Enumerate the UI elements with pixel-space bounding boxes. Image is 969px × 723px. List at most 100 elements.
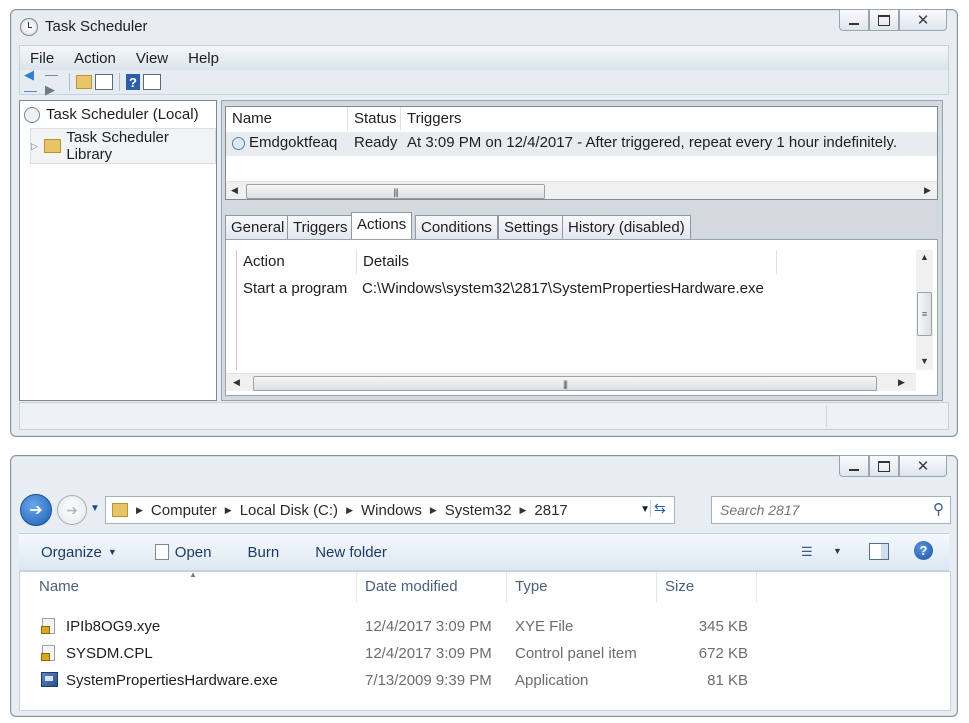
search-box[interactable]: ⚲	[711, 496, 951, 524]
task-status: Ready	[354, 134, 398, 151]
up-folder-icon[interactable]	[76, 75, 92, 89]
column-header-action[interactable]: Action	[237, 250, 357, 274]
scroll-thumb[interactable]: ≡	[917, 292, 932, 336]
forward-arrow-icon[interactable]: —▶	[45, 67, 63, 97]
maximize-button[interactable]	[869, 455, 899, 477]
forward-arrow-icon: ➔	[66, 501, 78, 518]
menu-view[interactable]: View	[126, 50, 178, 67]
tree-root[interactable]: Task Scheduler (Local)	[24, 106, 199, 123]
scroll-down-icon[interactable]: ▼	[920, 356, 929, 366]
address-dropdown-icon[interactable]: ▼	[640, 504, 650, 515]
folder-icon	[112, 503, 128, 517]
actions-table: Action Details Start a program C:\Window…	[225, 239, 938, 396]
chevron-down-icon[interactable]: ▼	[833, 546, 842, 556]
address-segment-2817[interactable]: 2817	[534, 502, 567, 519]
address-segment-computer[interactable]: Computer	[151, 502, 217, 519]
show-hide-tree-icon[interactable]	[95, 74, 113, 90]
show-action-pane-icon[interactable]	[143, 74, 161, 90]
minimize-button[interactable]	[839, 9, 869, 31]
task-triggers: At 3:09 PM on 12/4/2017 - After triggere…	[407, 134, 898, 151]
open-label: Open	[174, 543, 212, 561]
open-button[interactable]: Open	[154, 543, 212, 561]
task-row[interactable]: Emdgoktfeaq Ready At 3:09 PM on 12/4/201…	[226, 132, 937, 156]
file-date: 7/13/2009 9:39 PM	[365, 672, 492, 689]
scroll-thumb[interactable]: |||	[246, 184, 545, 199]
expand-arrow-icon[interactable]: ▷	[31, 141, 38, 152]
burn-button[interactable]: Burn	[248, 544, 280, 561]
task-name: Emdgoktfeaq	[249, 134, 338, 151]
tab-settings[interactable]: Settings	[498, 215, 565, 239]
actions-vscrollbar[interactable]: ▲ ≡ ▼	[916, 250, 933, 370]
file-row[interactable]: SYSDM.CPL 12/4/2017 3:09 PM Control pane…	[20, 640, 950, 667]
address-segment-local-disk[interactable]: Local Disk (C:)	[240, 502, 338, 519]
forward-button[interactable]: ➔	[57, 495, 87, 525]
new-folder-button[interactable]: New folder	[315, 544, 387, 561]
scroll-right-icon[interactable]: ▶	[898, 377, 905, 388]
actions-hscrollbar[interactable]: ◀ ||| ▶	[226, 373, 916, 391]
tree-library[interactable]: ▷ Task Scheduler Library	[30, 128, 216, 164]
column-header-name[interactable]: Name	[226, 107, 348, 131]
recent-pages-dropdown-icon[interactable]: ▼	[90, 503, 100, 514]
action-details[interactable]: C:\Windows\system32\2817\SystemPropertie…	[362, 280, 764, 297]
details-pane: Name Status Triggers Emdgoktfeaq Ready A…	[221, 100, 943, 401]
file-row[interactable]: SystemPropertiesHardware.exe 7/13/2009 9…	[20, 667, 950, 694]
column-header-date-modified[interactable]: Date modified	[357, 572, 507, 602]
column-header-status[interactable]: Status	[348, 107, 401, 131]
preview-pane-icon[interactable]	[869, 543, 889, 560]
help-icon[interactable]: ?	[126, 74, 140, 90]
task-clock-icon	[232, 137, 245, 150]
task-list-hscrollbar[interactable]: ◀ ||| ▶	[226, 181, 937, 199]
status-bar	[19, 402, 949, 430]
view-options-icon[interactable]: ☰	[801, 544, 821, 559]
scroll-thumb[interactable]: |||	[253, 376, 877, 391]
address-segment-system32[interactable]: System32	[445, 502, 512, 519]
back-arrow-icon[interactable]: ◀—	[24, 67, 42, 98]
window-title: Task Scheduler	[45, 18, 148, 35]
organize-button[interactable]: Organize ▼	[41, 544, 117, 561]
back-button[interactable]: ➔	[20, 494, 52, 526]
address-segment-windows[interactable]: Windows	[361, 502, 422, 519]
lock-file-icon	[41, 645, 55, 661]
column-header-type[interactable]: Type	[507, 572, 657, 602]
menu-action[interactable]: Action	[64, 50, 126, 67]
scroll-left-icon[interactable]: ◀	[233, 377, 240, 388]
file-size: 345 KB	[698, 618, 748, 635]
address-bar[interactable]: ▶ Computer ▶ Local Disk (C:) ▶ Windows ▶…	[105, 496, 675, 524]
tab-triggers[interactable]: Triggers	[287, 215, 354, 239]
column-header-details[interactable]: Details	[357, 250, 777, 274]
explorer-window: ✕ ➔ ➔ ▼ ▶ Computer ▶ Local Disk (C:) ▶ W…	[10, 455, 958, 717]
folder-icon	[43, 139, 62, 153]
column-header-size[interactable]: Size	[657, 572, 757, 602]
tab-conditions[interactable]: Conditions	[415, 215, 498, 239]
tab-general[interactable]: General	[225, 215, 291, 239]
close-button[interactable]: ✕	[899, 455, 947, 477]
action-type[interactable]: Start a program	[243, 280, 347, 297]
command-bar: Organize ▼ Open Burn New folder ☰ ▼ ?	[19, 533, 949, 571]
search-icon[interactable]: ⚲	[933, 500, 944, 518]
scroll-right-icon[interactable]: ▶	[924, 185, 931, 196]
scroll-left-icon[interactable]: ◀	[231, 185, 238, 196]
caption-buttons: ✕	[839, 455, 947, 477]
tab-history[interactable]: History (disabled)	[562, 215, 691, 239]
file-name: SystemPropertiesHardware.exe	[66, 672, 278, 689]
column-header-triggers[interactable]: Triggers	[401, 107, 937, 131]
tab-actions[interactable]: Actions	[351, 212, 413, 239]
menu-file[interactable]: File	[20, 50, 64, 67]
column-header-name[interactable]: Name	[31, 572, 357, 602]
minimize-icon	[849, 469, 859, 471]
file-row[interactable]: IPIb8OG9.xye 12/4/2017 3:09 PM XYE File …	[20, 613, 950, 640]
maximize-icon	[878, 460, 890, 472]
help-icon[interactable]: ?	[914, 541, 933, 560]
search-input[interactable]	[718, 500, 922, 520]
scroll-up-icon[interactable]: ▲	[920, 252, 929, 262]
clock-icon	[20, 18, 38, 36]
open-icon	[154, 544, 169, 560]
file-date: 12/4/2017 3:09 PM	[365, 618, 492, 635]
tree-library-label: Task Scheduler Library	[66, 129, 169, 163]
close-button[interactable]: ✕	[899, 9, 947, 31]
menu-help[interactable]: Help	[178, 50, 229, 67]
maximize-button[interactable]	[869, 9, 899, 31]
minimize-button[interactable]	[839, 455, 869, 477]
refresh-icon[interactable]: ⇆	[650, 500, 672, 517]
file-type: Control panel item	[515, 645, 637, 662]
